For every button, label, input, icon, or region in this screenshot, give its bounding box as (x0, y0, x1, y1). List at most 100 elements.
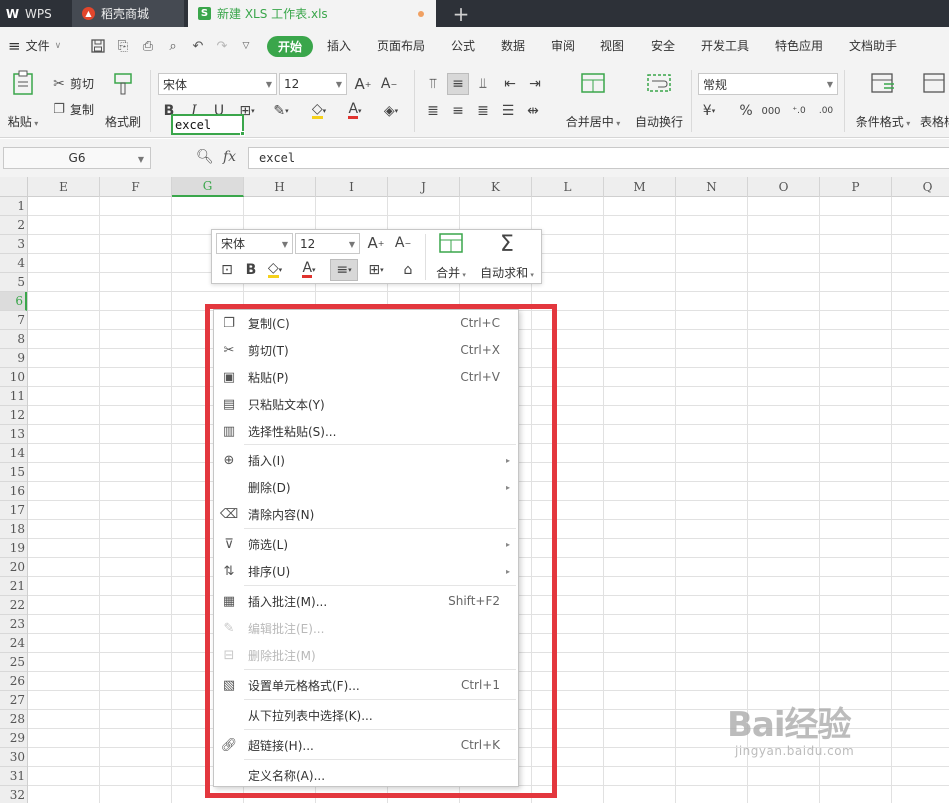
column-header-f[interactable]: F (100, 177, 172, 197)
ribbon-tab-developer[interactable]: 开发工具 (701, 27, 749, 64)
align-middle-icon[interactable]: ≡ (447, 73, 469, 95)
table-style-button[interactable]: 表格样式 (920, 72, 949, 130)
column-header-q[interactable]: Q (892, 177, 949, 197)
column-header-e[interactable]: E (28, 177, 100, 197)
ribbon-tab-security[interactable]: 安全 (651, 27, 675, 64)
font-color-icon[interactable]: A ▾ (298, 259, 320, 281)
zoom-search-icon[interactable]: 🔍︎ (196, 149, 214, 165)
merge-button[interactable]: 合并 ▾ (431, 233, 471, 281)
mini-font-name-select[interactable]: 宋体 ▼ (216, 233, 293, 254)
align-bottom-icon[interactable]: ⫫ (472, 73, 494, 95)
row-header-15[interactable]: 15 (0, 463, 27, 482)
column-header-p[interactable]: P (820, 177, 892, 197)
row-header-14[interactable]: 14 (0, 444, 27, 463)
cut-button[interactable]: ✂ 剪切 (51, 75, 94, 92)
font-color-icon[interactable]: A ▾ (344, 100, 366, 122)
row-header-32[interactable]: 32 (0, 786, 27, 803)
ribbon-tab-formula[interactable]: 公式 (451, 27, 475, 64)
row-header-16[interactable]: 16 (0, 482, 27, 501)
column-header-h[interactable]: H (244, 177, 316, 197)
align-left-icon[interactable]: ≣ (422, 100, 444, 122)
fill-handle[interactable] (240, 131, 245, 136)
column-header-k[interactable]: K (460, 177, 532, 197)
decrease-font-size-icon[interactable]: A − (378, 73, 400, 95)
row-header-10[interactable]: 10 (0, 368, 27, 387)
wrap-text-button[interactable]: 自动换行 (632, 72, 686, 130)
column-header-n[interactable]: N (676, 177, 748, 197)
active-cell-g6[interactable]: excel (171, 114, 244, 135)
percent-icon[interactable]: % (735, 100, 757, 122)
export-icon[interactable]: ⎘ (113, 36, 133, 56)
decrease-indent-icon[interactable]: ⇤ (499, 73, 521, 95)
row-header-4[interactable]: 4 (0, 254, 27, 273)
new-tab-button[interactable]: + (450, 1, 472, 26)
thousands-separator-icon[interactable]: 000 (760, 100, 782, 122)
autosum-button[interactable]: Σ 自动求和 ▾ (476, 232, 538, 281)
merge-center-button[interactable]: 合并居中 ▾ (562, 72, 624, 130)
formula-input[interactable]: excel (248, 147, 949, 169)
row-header-11[interactable]: 11 (0, 387, 27, 406)
row-header-17[interactable]: 17 (0, 501, 27, 520)
ribbon-tab-data[interactable]: 数据 (501, 27, 525, 64)
row-header-7[interactable]: 7 (0, 311, 27, 330)
row-header-25[interactable]: 25 (0, 653, 27, 672)
increase-indent-icon[interactable]: ⇥ (524, 73, 546, 95)
borders-icon[interactable]: ⊞ ▾ (365, 259, 387, 281)
font-name-select[interactable]: 宋体 ▼ (158, 73, 277, 95)
name-box[interactable]: G6 ▼ (3, 147, 151, 169)
quick-access-dropdown-icon[interactable]: ▽ (236, 36, 256, 56)
undo-icon[interactable]: ↶ (188, 36, 208, 56)
ribbon-tab-doc-assistant[interactable]: 文档助手 (849, 27, 897, 64)
ribbon-tab-page-layout[interactable]: 页面布局 (377, 27, 425, 64)
row-header-8[interactable]: 8 (0, 330, 27, 349)
save-icon[interactable] (88, 36, 108, 56)
tab-docer-store[interactable]: ▲ 稻壳商城 (72, 0, 184, 27)
mini-font-size-select[interactable]: 12 ▼ (295, 233, 360, 254)
align-center-icon[interactable]: ≡ ▾ (330, 259, 358, 281)
format-painter-button[interactable]: 格式刷 (104, 72, 142, 130)
row-header-9[interactable]: 9 (0, 349, 27, 368)
row-header-27[interactable]: 27 (0, 691, 27, 710)
format-painter-icon[interactable]: ⌂ (397, 259, 419, 281)
ribbon-tab-insert[interactable]: 插入 (327, 27, 351, 64)
row-header-5[interactable]: 5 (0, 273, 27, 292)
paste-button[interactable]: 粘贴 ▾ (6, 70, 40, 130)
conditional-format-button[interactable]: 条件格式 ▾ (852, 72, 914, 130)
font-size-select[interactable]: 12 ▼ (279, 73, 347, 95)
print-icon[interactable]: ⎙ (138, 36, 158, 56)
number-format-select[interactable]: 常规 ▼ (698, 73, 838, 95)
file-menu[interactable]: ≡ 文件 ∨ (8, 27, 61, 64)
decrease-decimal-icon[interactable]: .00 (815, 100, 837, 122)
fill-color-icon[interactable]: ◇ ▾ (308, 100, 330, 122)
select-all-corner[interactable] (0, 177, 28, 197)
print-preview-icon[interactable]: ⌕ (163, 36, 183, 56)
row-header-21[interactable]: 21 (0, 577, 27, 596)
bold-icon[interactable]: B (240, 259, 262, 281)
ribbon-tab-review[interactable]: 审阅 (551, 27, 575, 64)
column-header-m[interactable]: M (604, 177, 676, 197)
column-header-l[interactable]: L (532, 177, 604, 197)
align-top-icon[interactable]: ⫪ (422, 73, 444, 95)
column-header-o[interactable]: O (748, 177, 820, 197)
row-header-6[interactable]: 6 (0, 292, 27, 311)
currency-icon[interactable]: ¥ ▾ (698, 100, 720, 122)
copy-button[interactable]: ❐ 复制 (51, 101, 94, 118)
distributed-align-icon[interactable]: ⇹ (522, 100, 544, 122)
cell-border-style-icon[interactable]: ✎ ▾ (270, 100, 292, 122)
column-header-j[interactable]: J (388, 177, 460, 197)
ribbon-tab-features[interactable]: 特色应用 (775, 27, 823, 64)
row-header-31[interactable]: 31 (0, 767, 27, 786)
decrease-font-size-icon[interactable]: A − (392, 232, 414, 254)
row-header-13[interactable]: 13 (0, 425, 27, 444)
justify-icon[interactable]: ☰ (497, 100, 519, 122)
column-header-g[interactable]: G (172, 177, 244, 197)
tab-document[interactable]: S 新建 XLS 工作表.xls (188, 0, 436, 27)
row-header-12[interactable]: 12 (0, 406, 27, 425)
row-header-19[interactable]: 19 (0, 539, 27, 558)
increase-decimal-icon[interactable]: ⁺.0 (788, 100, 810, 122)
row-header-23[interactable]: 23 (0, 615, 27, 634)
row-header-18[interactable]: 18 (0, 520, 27, 539)
row-header-26[interactable]: 26 (0, 672, 27, 691)
row-header-30[interactable]: 30 (0, 748, 27, 767)
increase-font-size-icon[interactable]: A + (352, 73, 374, 95)
